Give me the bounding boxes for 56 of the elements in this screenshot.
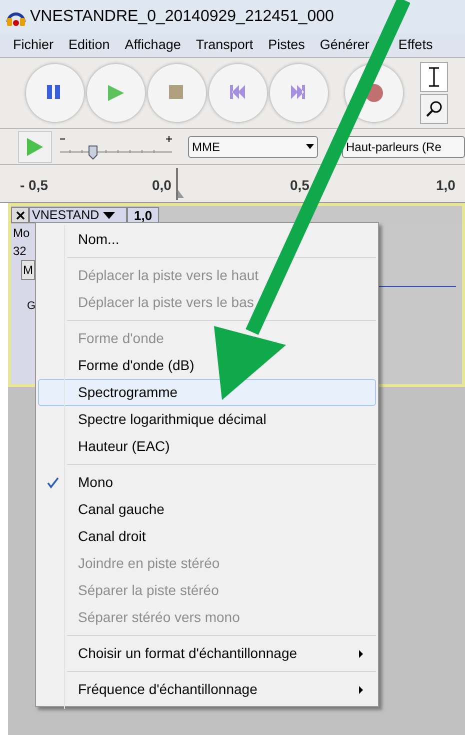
dropdown-arrow-icon: [306, 144, 314, 149]
menu-item[interactable]: Nom...: [38, 226, 376, 253]
close-icon: [16, 210, 24, 220]
stop-icon: [169, 85, 185, 101]
play-at-speed-button[interactable]: [18, 130, 52, 162]
text-cursor-icon: [428, 67, 440, 87]
stop-button[interactable]: [148, 64, 206, 122]
skip-to-start-button[interactable]: [209, 64, 267, 122]
slider-thumb[interactable]: [88, 145, 98, 160]
ruler-label: 0,5: [290, 176, 310, 195]
slider-label: G: [27, 299, 37, 314]
mute-button[interactable]: M: [21, 260, 35, 280]
play-head-icon: [176, 168, 186, 200]
submenu-arrow-icon: [359, 650, 363, 658]
submenu-arrow-icon: [359, 686, 363, 694]
ruler-label: 0,0: [152, 176, 172, 195]
track-info-text: Mo: [12, 225, 31, 242]
magnifier-icon: [425, 100, 443, 118]
menu-item[interactable]: Effets: [398, 35, 433, 56]
output-device-dropdown[interactable]: Haut-parleurs (Re: [342, 136, 465, 158]
menu-item[interactable]: Forme d'onde (dB): [38, 352, 376, 379]
track-gain: 1,0: [127, 207, 160, 223]
menu-item[interactable]: Fréquence d'échantillonnage: [38, 676, 376, 703]
track-name-button[interactable]: VNESTAND: [29, 207, 127, 223]
zoom-tool-button[interactable]: [420, 94, 448, 124]
record-icon: [365, 84, 383, 102]
output-value: Haut-parleurs (Re: [346, 138, 442, 156]
skip-to-end-button[interactable]: [270, 64, 328, 122]
menu-item[interactable]: Spectrogramme: [38, 379, 376, 406]
track-info-text: 32: [12, 243, 28, 260]
menu-item[interactable]: Choisir un format d'échantillonnage: [38, 640, 376, 667]
host-value: MME: [192, 138, 220, 156]
ruler-label: - 0,5: [20, 176, 48, 195]
menu-item[interactable]: Spectre logarithmique décimal: [38, 406, 376, 433]
menu-item[interactable]: Transport: [196, 35, 254, 56]
audio-host-dropdown[interactable]: MME: [188, 136, 318, 158]
skip-back-icon: [230, 85, 246, 101]
menu-item[interactable]: Mono: [38, 469, 376, 496]
menu-item[interactable]: Pistes: [268, 35, 305, 56]
play-button[interactable]: [87, 64, 145, 122]
ruler-label: 1,0: [436, 176, 456, 195]
menu-item[interactable]: Générer: [320, 35, 370, 56]
window-title: VNESTANDRE_0_20140929_212451_000: [30, 7, 334, 27]
menu-item[interactable]: Canal droit: [38, 523, 376, 550]
menu-item[interactable]: Fichier: [13, 35, 54, 56]
menu-item[interactable]: Hauteur (EAC): [38, 433, 376, 460]
menu-item[interactable]: Affichage: [124, 35, 181, 56]
menu-item[interactable]: Edition: [68, 35, 110, 56]
ibeam-tool-button[interactable]: [420, 62, 448, 92]
track-name: VNESTAND: [32, 206, 100, 224]
skip-forward-icon: [291, 85, 307, 101]
play-icon: [108, 85, 124, 101]
menu-item[interactable]: Canal gauche: [38, 496, 376, 523]
pause-icon: [47, 85, 63, 101]
pause-button[interactable]: [26, 64, 84, 122]
play-icon: [26, 136, 44, 156]
